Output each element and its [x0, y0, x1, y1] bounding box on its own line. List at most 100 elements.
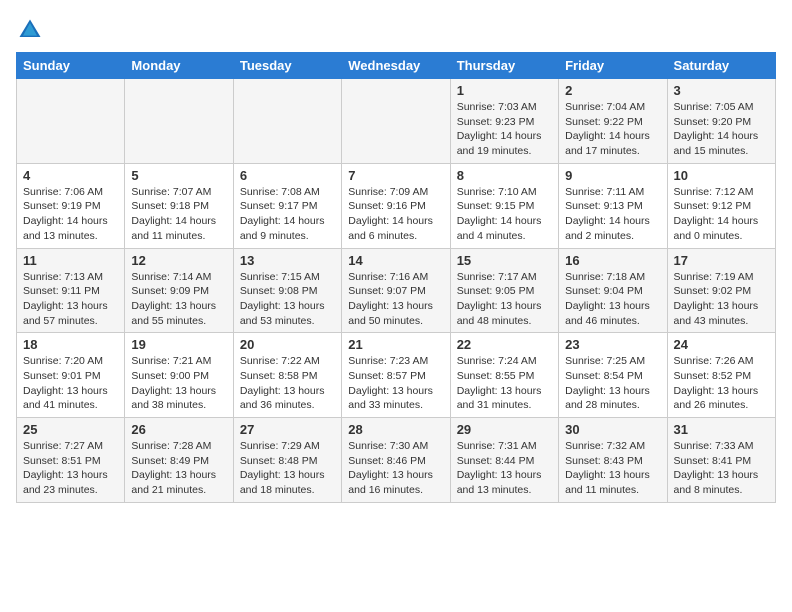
day-number: 7 [348, 168, 443, 183]
day-info: Sunrise: 7:18 AM Sunset: 9:04 PM Dayligh… [565, 270, 660, 329]
day-info: Sunrise: 7:15 AM Sunset: 9:08 PM Dayligh… [240, 270, 335, 329]
header-monday: Monday [125, 53, 233, 79]
calendar-cell: 23 Sunrise: 7:25 AM Sunset: 8:54 PM Dayli… [559, 333, 667, 418]
calendar-week-4: 18Sunrise: 7:20 AM Sunset: 9:01 PM Dayli… [17, 333, 776, 418]
day-number: 12 [131, 253, 226, 268]
calendar-week-5: 25Sunrise: 7:27 AM Sunset: 8:51 PM Dayli… [17, 418, 776, 503]
calendar-cell: 21 Sunrise: 7:23 AM Sunset: 8:57 PM Dayli… [342, 333, 450, 418]
calendar-week-2: 4 Sunrise: 7:06 AM Sunset: 9:19 PM Daylig… [17, 163, 776, 248]
calendar-cell: 22 Sunrise: 7:24 AM Sunset: 8:55 PM Dayli… [450, 333, 558, 418]
calendar-cell: 18Sunrise: 7:20 AM Sunset: 9:01 PM Dayli… [17, 333, 125, 418]
day-number: 21 [348, 337, 443, 352]
calendar-cell: 19Sunrise: 7:21 AM Sunset: 9:00 PM Dayli… [125, 333, 233, 418]
calendar-cell: 29 Sunrise: 7:31 AM Sunset: 8:44 PM Dayli… [450, 418, 558, 503]
calendar-cell: 20 Sunrise: 7:22 AM Sunset: 8:58 PM Dayli… [233, 333, 341, 418]
day-number: 25 [23, 422, 118, 437]
day-number: 31 [674, 422, 769, 437]
calendar-header-row: SundayMondayTuesdayWednesdayThursdayFrid… [17, 53, 776, 79]
calendar-cell: 30 Sunrise: 7:32 AM Sunset: 8:43 PM Dayli… [559, 418, 667, 503]
day-number: 4 [23, 168, 118, 183]
calendar-cell: 28 Sunrise: 7:30 AM Sunset: 8:46 PM Dayli… [342, 418, 450, 503]
day-number: 22 [457, 337, 552, 352]
day-info: Sunrise: 7:12 AM Sunset: 9:12 PM Dayligh… [674, 185, 769, 244]
day-number: 8 [457, 168, 552, 183]
day-number: 1 [457, 83, 552, 98]
day-info: Sunrise: 7:13 AM Sunset: 9:11 PM Dayligh… [23, 270, 118, 329]
day-info: Sunrise: 7:31 AM Sunset: 8:44 PM Dayligh… [457, 439, 552, 498]
calendar-cell: 27 Sunrise: 7:29 AM Sunset: 8:48 PM Dayli… [233, 418, 341, 503]
calendar-cell: 4 Sunrise: 7:06 AM Sunset: 9:19 PM Daylig… [17, 163, 125, 248]
calendar-week-3: 11 Sunrise: 7:13 AM Sunset: 9:11 PM Dayli… [17, 248, 776, 333]
calendar-cell [17, 79, 125, 164]
calendar-cell: 11 Sunrise: 7:13 AM Sunset: 9:11 PM Dayli… [17, 248, 125, 333]
day-info: Sunrise: 7:07 AM Sunset: 9:18 PM Dayligh… [131, 185, 226, 244]
day-number: 9 [565, 168, 660, 183]
day-info: Sunrise: 7:09 AM Sunset: 9:16 PM Dayligh… [348, 185, 443, 244]
day-number: 16 [565, 253, 660, 268]
calendar-table: SundayMondayTuesdayWednesdayThursdayFrid… [16, 52, 776, 503]
calendar-cell: 7 Sunrise: 7:09 AM Sunset: 9:16 PM Daylig… [342, 163, 450, 248]
header-tuesday: Tuesday [233, 53, 341, 79]
day-info: Sunrise: 7:08 AM Sunset: 9:17 PM Dayligh… [240, 185, 335, 244]
calendar-cell: 14 Sunrise: 7:16 AM Sunset: 9:07 PM Dayli… [342, 248, 450, 333]
day-info: Sunrise: 7:26 AM Sunset: 8:52 PM Dayligh… [674, 354, 769, 413]
day-info: Sunrise: 7:32 AM Sunset: 8:43 PM Dayligh… [565, 439, 660, 498]
day-info: Sunrise: 7:21 AM Sunset: 9:00 PM Dayligh… [131, 354, 226, 413]
day-number: 26 [131, 422, 226, 437]
day-info: Sunrise: 7:03 AM Sunset: 9:23 PM Dayligh… [457, 100, 552, 159]
calendar-cell: 10 Sunrise: 7:12 AM Sunset: 9:12 PM Dayli… [667, 163, 775, 248]
logo-icon [16, 16, 44, 44]
day-info: Sunrise: 7:25 AM Sunset: 8:54 PM Dayligh… [565, 354, 660, 413]
header [16, 16, 776, 44]
day-info: Sunrise: 7:14 AM Sunset: 9:09 PM Dayligh… [131, 270, 226, 329]
day-number: 20 [240, 337, 335, 352]
calendar-cell: 16 Sunrise: 7:18 AM Sunset: 9:04 PM Dayli… [559, 248, 667, 333]
calendar-cell: 6 Sunrise: 7:08 AM Sunset: 9:17 PM Daylig… [233, 163, 341, 248]
calendar-cell: 17Sunrise: 7:19 AM Sunset: 9:02 PM Dayli… [667, 248, 775, 333]
day-number: 24 [674, 337, 769, 352]
day-number: 28 [348, 422, 443, 437]
calendar-cell: 3Sunrise: 7:05 AM Sunset: 9:20 PM Daylig… [667, 79, 775, 164]
day-info: Sunrise: 7:19 AM Sunset: 9:02 PM Dayligh… [674, 270, 769, 329]
day-number: 11 [23, 253, 118, 268]
day-info: Sunrise: 7:04 AM Sunset: 9:22 PM Dayligh… [565, 100, 660, 159]
day-number: 13 [240, 253, 335, 268]
day-info: Sunrise: 7:29 AM Sunset: 8:48 PM Dayligh… [240, 439, 335, 498]
calendar-cell: 31Sunrise: 7:33 AM Sunset: 8:41 PM Dayli… [667, 418, 775, 503]
day-info: Sunrise: 7:24 AM Sunset: 8:55 PM Dayligh… [457, 354, 552, 413]
day-number: 6 [240, 168, 335, 183]
day-number: 14 [348, 253, 443, 268]
calendar-cell: 9 Sunrise: 7:11 AM Sunset: 9:13 PM Daylig… [559, 163, 667, 248]
calendar-cell: 25Sunrise: 7:27 AM Sunset: 8:51 PM Dayli… [17, 418, 125, 503]
calendar-cell: 5 Sunrise: 7:07 AM Sunset: 9:18 PM Daylig… [125, 163, 233, 248]
day-number: 10 [674, 168, 769, 183]
day-info: Sunrise: 7:16 AM Sunset: 9:07 PM Dayligh… [348, 270, 443, 329]
calendar-cell [125, 79, 233, 164]
header-sunday: Sunday [17, 53, 125, 79]
day-number: 2 [565, 83, 660, 98]
day-info: Sunrise: 7:05 AM Sunset: 9:20 PM Dayligh… [674, 100, 769, 159]
day-number: 5 [131, 168, 226, 183]
calendar-cell [342, 79, 450, 164]
calendar-cell: 13 Sunrise: 7:15 AM Sunset: 9:08 PM Dayli… [233, 248, 341, 333]
day-info: Sunrise: 7:06 AM Sunset: 9:19 PM Dayligh… [23, 185, 118, 244]
day-number: 27 [240, 422, 335, 437]
day-number: 30 [565, 422, 660, 437]
calendar-cell [233, 79, 341, 164]
day-info: Sunrise: 7:30 AM Sunset: 8:46 PM Dayligh… [348, 439, 443, 498]
day-info: Sunrise: 7:28 AM Sunset: 8:49 PM Dayligh… [131, 439, 226, 498]
day-info: Sunrise: 7:23 AM Sunset: 8:57 PM Dayligh… [348, 354, 443, 413]
day-info: Sunrise: 7:22 AM Sunset: 8:58 PM Dayligh… [240, 354, 335, 413]
calendar-cell: 8Sunrise: 7:10 AM Sunset: 9:15 PM Daylig… [450, 163, 558, 248]
day-info: Sunrise: 7:17 AM Sunset: 9:05 PM Dayligh… [457, 270, 552, 329]
day-info: Sunrise: 7:11 AM Sunset: 9:13 PM Dayligh… [565, 185, 660, 244]
calendar-cell: 2 Sunrise: 7:04 AM Sunset: 9:22 PM Daylig… [559, 79, 667, 164]
day-number: 29 [457, 422, 552, 437]
day-info: Sunrise: 7:20 AM Sunset: 9:01 PM Dayligh… [23, 354, 118, 413]
day-number: 23 [565, 337, 660, 352]
day-number: 15 [457, 253, 552, 268]
calendar-week-1: 1 Sunrise: 7:03 AM Sunset: 9:23 PM Daylig… [17, 79, 776, 164]
calendar-cell: 1 Sunrise: 7:03 AM Sunset: 9:23 PM Daylig… [450, 79, 558, 164]
header-wednesday: Wednesday [342, 53, 450, 79]
calendar-cell: 15 Sunrise: 7:17 AM Sunset: 9:05 PM Dayli… [450, 248, 558, 333]
